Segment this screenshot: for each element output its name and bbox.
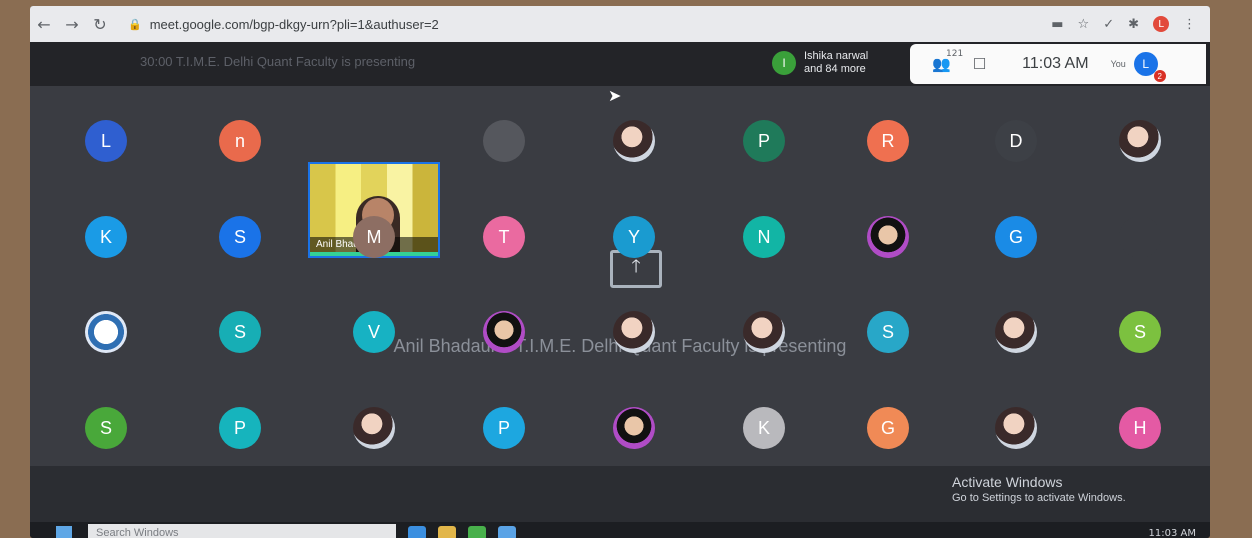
screen: ← → ↻ 🔒 meet.google.com/bgp-dkgy-urn?pli… (30, 6, 1210, 538)
meet-bottom: Activate Windows Go to Settings to activ… (30, 466, 1210, 522)
file-explorer-icon[interactable] (438, 526, 456, 538)
participant-avatar[interactable]: S (219, 216, 261, 258)
participant-avatar[interactable]: P (219, 407, 261, 449)
participant-avatar[interactable] (483, 120, 525, 162)
activate-windows-watermark: Activate Windows Go to Settings to activ… (952, 474, 1126, 504)
profile-avatar[interactable]: L (1153, 16, 1169, 32)
windows-taskbar: Search Windows 11:03 AM (30, 522, 1210, 538)
participant-avatar[interactable] (995, 407, 1037, 449)
participant-avatar[interactable]: N (743, 216, 785, 258)
you-label: You (1110, 59, 1126, 69)
speaker-more: and 84 more (804, 63, 866, 75)
url-text: meet.google.com/bgp-dkgy-urn?pli=1&authu… (149, 16, 439, 32)
participant-avatar[interactable] (995, 311, 1037, 353)
participant-avatar[interactable]: L (85, 120, 127, 162)
check-icon[interactable]: ✓ (1103, 17, 1114, 32)
participant-avatar[interactable]: G (995, 216, 1037, 258)
participant-avatar[interactable]: P (743, 120, 785, 162)
participant-avatar[interactable] (353, 407, 395, 449)
extensions: ▬ ☆ ✓ ✱ L ⋮ (1051, 16, 1196, 32)
windows-start-icon[interactable] (56, 526, 72, 538)
star-icon[interactable]: ☆ (1078, 17, 1090, 32)
mouse-cursor-icon: ➤ (608, 86, 622, 105)
meet-controls-panel: 👥 121 ☐ 11:03 AM You L 2 (910, 44, 1206, 84)
task-view-icon[interactable] (408, 526, 426, 538)
app-icon[interactable] (468, 526, 486, 538)
participant-avatar[interactable] (85, 311, 127, 353)
participant-avatar[interactable]: D (995, 120, 1037, 162)
participant-avatar[interactable] (613, 407, 655, 449)
participant-avatar[interactable]: P (483, 407, 525, 449)
chrome-icon[interactable] (498, 526, 516, 538)
participant-avatar[interactable] (1119, 120, 1161, 162)
you-avatar[interactable]: L 2 (1133, 52, 1166, 82)
participant-avatar[interactable]: G (867, 407, 909, 449)
participant-avatar[interactable]: Y (613, 216, 655, 258)
participant-avatar[interactable]: S (867, 311, 909, 353)
chat-icon[interactable]: ☐ (973, 55, 986, 73)
participant-avatar[interactable] (1119, 216, 1161, 258)
meet-header: 30:00 T.I.M.E. Delhi Quant Faculty is pr… (30, 42, 1210, 86)
address-bar[interactable]: 🔒 meet.google.com/bgp-dkgy-urn?pli=1&aut… (124, 11, 984, 37)
participant-avatar[interactable]: S (1119, 311, 1161, 353)
lock-icon: 🔒 (128, 18, 142, 31)
people-icon[interactable]: 👥 121 (932, 49, 963, 73)
participant-avatar[interactable]: T (483, 216, 525, 258)
participant-avatar[interactable] (613, 120, 655, 162)
participant-avatar[interactable] (483, 311, 525, 353)
participant-avatar[interactable]: K (743, 407, 785, 449)
browser-toolbar: ← → ↻ 🔒 meet.google.com/bgp-dkgy-urn?pli… (30, 6, 1210, 42)
reload-icon[interactable]: ↻ (86, 15, 114, 34)
participant-grid: ➤ Anil Bhadauria ... 🡑 Anil Bhadauria T.… (30, 86, 1210, 466)
forward-icon[interactable]: → (58, 15, 86, 34)
participant-avatar[interactable]: V (353, 311, 395, 353)
participant-count: 121 (946, 49, 964, 59)
puzzle-icon[interactable]: ✱ (1128, 17, 1139, 32)
presenting-text: 30:00 T.I.M.E. Delhi Quant Faculty is pr… (140, 54, 416, 69)
speaker-avatar: I (772, 51, 796, 75)
participant-avatar[interactable]: K (85, 216, 127, 258)
camera-icon[interactable]: ▬ (1051, 17, 1063, 32)
participant-avatar[interactable]: H (1119, 407, 1161, 449)
participant-avatar[interactable] (867, 216, 909, 258)
participant-avatar[interactable]: S (219, 311, 261, 353)
participant-avatar[interactable]: n (219, 120, 261, 162)
back-icon[interactable]: ← (30, 15, 58, 34)
participant-avatar[interactable]: M (353, 216, 395, 258)
participant-avatar[interactable] (743, 311, 785, 353)
windows-search[interactable]: Search Windows (88, 524, 396, 538)
clock: 11:03 AM (1022, 55, 1089, 72)
tray-clock: 11:03 AM (1148, 527, 1196, 538)
participant-avatar[interactable]: R (867, 120, 909, 162)
active-speaker: I Ishika narwal and 84 more (772, 50, 868, 76)
notification-badge: 2 (1153, 70, 1166, 82)
participant-avatar[interactable] (613, 311, 655, 353)
speaker-name: Ishika narwal (804, 50, 869, 62)
participant-avatar[interactable]: S (85, 407, 127, 449)
menu-icon[interactable]: ⋮ (1183, 17, 1196, 32)
